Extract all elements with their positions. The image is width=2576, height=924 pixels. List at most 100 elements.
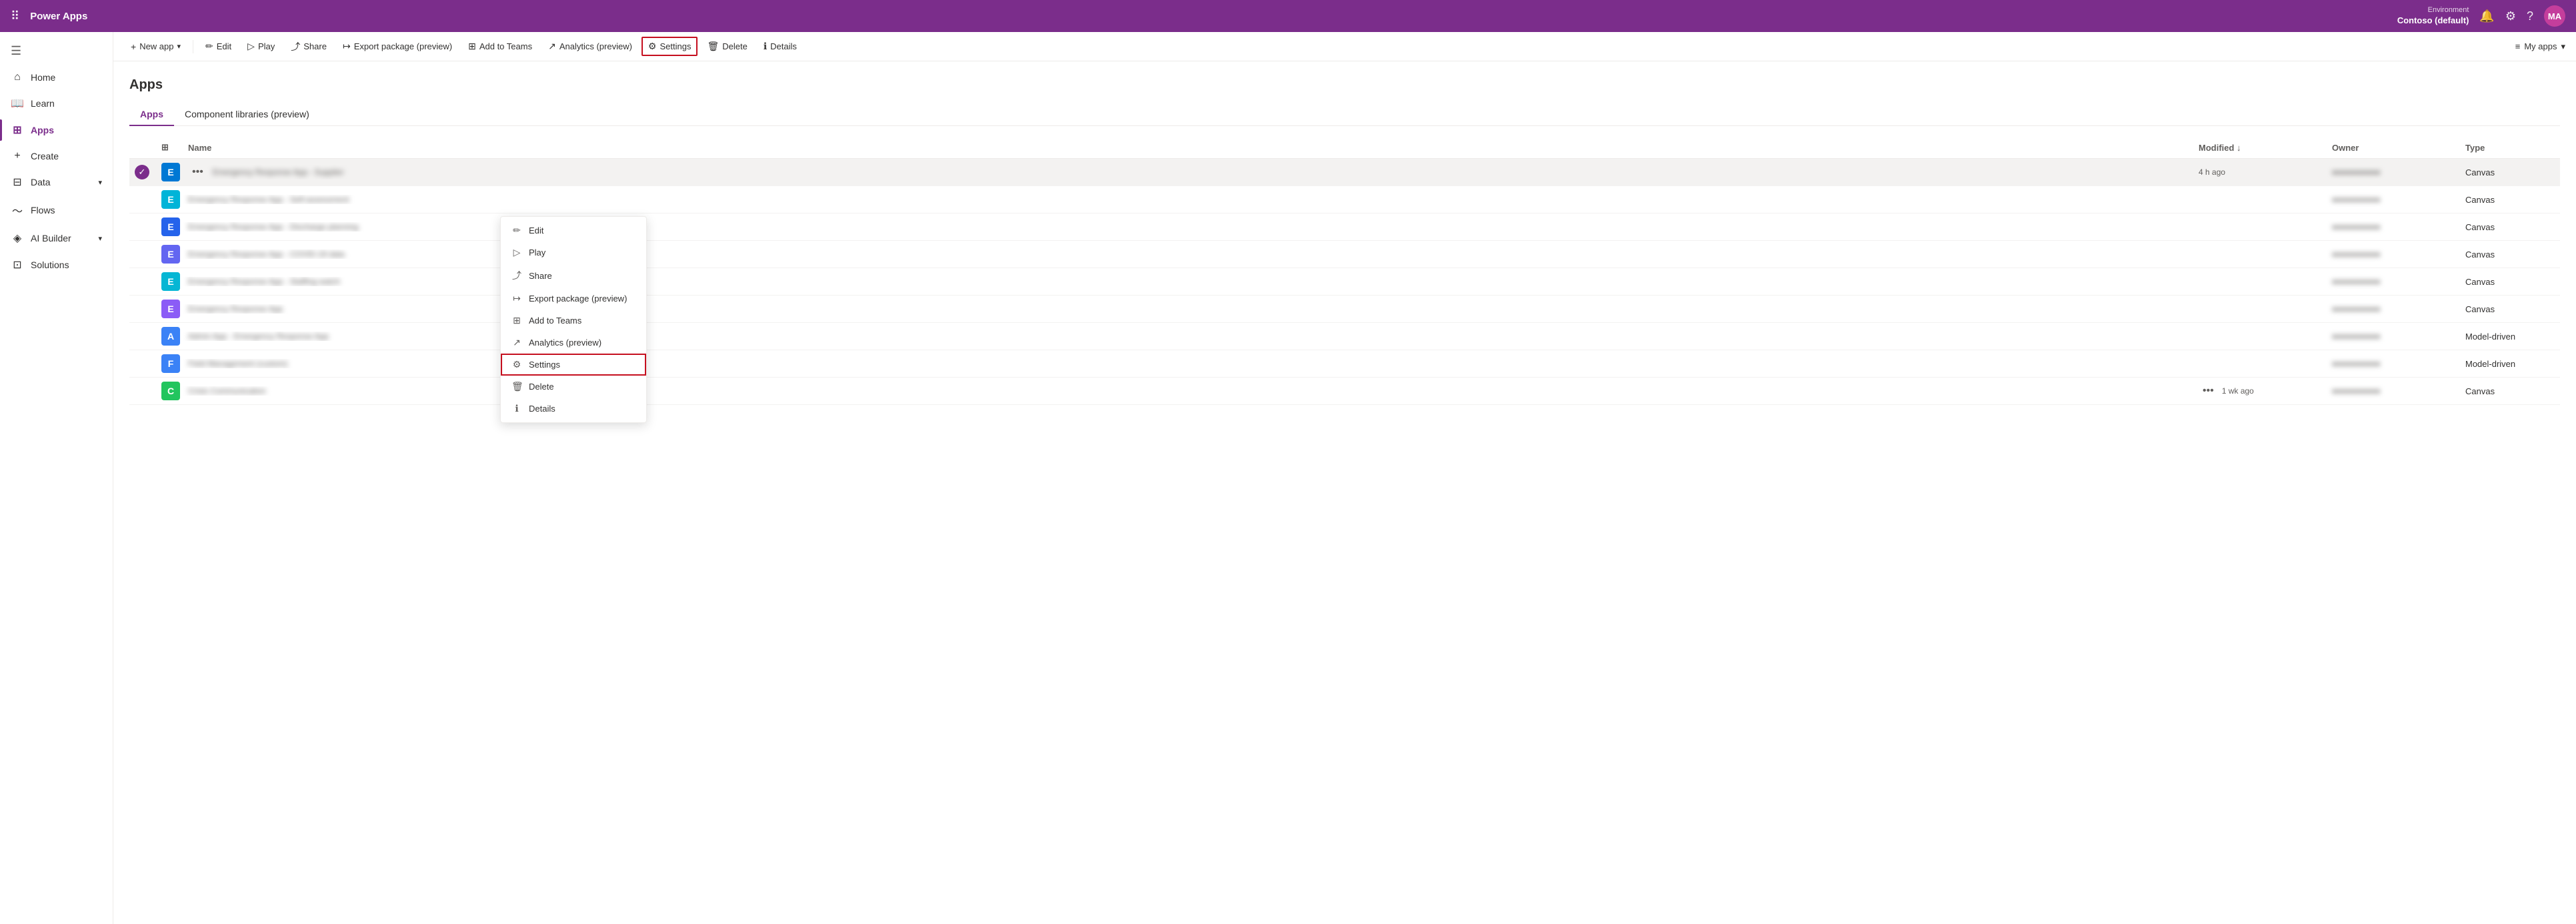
table-row[interactable]: ✓ E ••• Emergency Response App - Supplier 4 …: [129, 159, 2560, 186]
sidebar-item-label: Solutions: [31, 260, 69, 270]
flows-icon: 〜: [11, 202, 24, 218]
table-row[interactable]: EEmergency Response App - Self-assessmen…: [129, 186, 2560, 213]
context-menu: ✏ Edit ▷Play⤴Share ↦ Export package (preview…: [500, 216, 647, 423]
share-icon: ⤴: [511, 269, 522, 282]
teams-icon: ⊞: [468, 41, 476, 52]
sidebar-collapse-button[interactable]: ☰: [0, 37, 113, 65]
app-name: Emergency Response App - Supplier: [213, 167, 344, 177]
table-row[interactable]: EEmergency Response App - Discharge plan…: [129, 213, 2560, 241]
context-menu-item-export_package[interactable]: ↦ Export package (preview): [501, 288, 646, 310]
check-icon: ✓: [135, 165, 149, 179]
row-icon-cell: E: [156, 245, 183, 264]
context-item-label: Details: [529, 404, 555, 414]
table-row[interactable]: EEmergency Response App - Staffing watch…: [129, 268, 2560, 296]
context-menu-item-play[interactable]: ▷Play: [501, 242, 646, 264]
row-name-cell[interactable]: Emergency Response App - Discharge plann…: [183, 222, 2193, 232]
row-owner-cell: ●●●●●●●●●●: [2327, 386, 2460, 396]
app-icon: F: [161, 354, 180, 373]
play-label: Play: [258, 41, 275, 51]
sidebar-item-learn[interactable]: 📖 Learn: [0, 90, 113, 117]
tab-apps[interactable]: Apps: [129, 103, 174, 126]
row-icon-cell: C: [156, 382, 183, 400]
context-menu-item-add_to_teams[interactable]: ⊞Add to Teams: [501, 310, 646, 332]
waffle-menu-icon[interactable]: ⠿: [11, 9, 19, 23]
settings-button[interactable]: ⚙ Settings: [641, 37, 698, 56]
context-menu-item-delete[interactable]: 🗑Delete: [501, 376, 646, 398]
context-item-label: Edit: [529, 225, 543, 236]
chevron-down-icon: ▾: [98, 178, 102, 187]
row-name-cell[interactable]: ••• Emergency Response App - Supplier: [183, 165, 2193, 179]
more-button[interactable]: •••: [188, 165, 207, 179]
context-menu-item-analytics[interactable]: ↗Analytics (preview): [501, 332, 646, 354]
new-app-button[interactable]: + New app ▾: [124, 37, 187, 56]
notifications-icon[interactable]: 🔔: [2479, 9, 2494, 23]
chevron-down-icon: ▾: [98, 234, 102, 243]
context-menu-item-settings[interactable]: ⚙Settings: [501, 354, 646, 376]
delete-button[interactable]: 🗑 Delete: [700, 37, 754, 56]
export_package-icon: ↦: [511, 293, 522, 304]
settings-icon[interactable]: ⚙: [2505, 9, 2516, 23]
share-button[interactable]: ⤴ Share: [284, 36, 333, 57]
help-icon[interactable]: ?: [2527, 9, 2533, 23]
analytics-button[interactable]: ↗ Analytics (preview): [541, 37, 639, 56]
user-avatar[interactable]: MA: [2544, 5, 2565, 27]
sidebar-item-data[interactable]: ⊟ Data ▾: [0, 169, 113, 195]
details-button[interactable]: ℹ Details: [757, 37, 804, 56]
row-name-cell[interactable]: Emergency Response App - Staffing watch: [183, 277, 2193, 286]
row-name-cell[interactable]: Emergency Response App: [183, 304, 2193, 314]
sidebar: ☰ ⌂ Home 📖 Learn ⊞ Apps + Create ⊟ Data …: [0, 32, 113, 924]
context-menu-item-details[interactable]: ℹDetails: [501, 398, 646, 420]
row-modified-cell: 4 h ago: [2193, 167, 2327, 177]
col-type[interactable]: Type: [2460, 142, 2560, 153]
top-bar: ⠿ Power Apps Environment Contoso (defaul…: [0, 0, 2576, 32]
export-package-button[interactable]: ↦ Export package (preview): [336, 37, 459, 56]
more-button[interactable]: •••: [2199, 384, 2218, 398]
sidebar-item-flows[interactable]: 〜 Flows: [0, 195, 113, 225]
col-modified[interactable]: Modified ↓: [2193, 142, 2327, 153]
row-name-cell[interactable]: Emergency Response App - COVID-19 data: [183, 250, 2193, 259]
context-item-label: Export package (preview): [529, 294, 627, 304]
play-icon: ▷: [511, 247, 522, 258]
row-name-cell[interactable]: Field Management (custom): [183, 359, 2193, 368]
edit-icon: ✏: [511, 225, 522, 236]
app-icon: E: [161, 300, 180, 318]
row-owner-cell: ●●●●●●●●●●: [2327, 277, 2460, 286]
env-label: Environment: [2428, 5, 2469, 15]
table-row[interactable]: AAdmin App - Emergency Response App●●●●●…: [129, 323, 2560, 350]
row-name-cell[interactable]: Emergency Response App - Self-assessment: [183, 195, 2193, 204]
modified-text: 1 wk ago: [2222, 386, 2254, 396]
col-name[interactable]: Name: [183, 142, 2193, 153]
create-icon: +: [11, 150, 24, 162]
table-row[interactable]: EEmergency Response App - COVID-19 data●…: [129, 241, 2560, 268]
row-name-cell[interactable]: Admin App - Emergency Response App: [183, 332, 2193, 341]
edit-button[interactable]: ✏ Edit: [199, 37, 238, 56]
sidebar-item-solutions[interactable]: ⊡ Solutions: [0, 252, 113, 278]
my-apps-label: My apps: [2524, 41, 2557, 51]
sidebar-item-label: AI Builder: [31, 233, 71, 244]
sidebar-item-apps[interactable]: ⊞ Apps: [0, 117, 113, 143]
add_to_teams-icon: ⊞: [511, 315, 522, 326]
plus-icon: +: [131, 41, 136, 52]
table-row[interactable]: FField Management (custom)●●●●●●●●●●Mode…: [129, 350, 2560, 378]
context-menu-item-share[interactable]: ⤴Share: [501, 264, 646, 288]
my-apps-button[interactable]: ≡ My apps ▾: [2515, 41, 2565, 52]
row-owner-cell: ●●●●●●●●●●: [2327, 304, 2460, 314]
col-owner[interactable]: Owner: [2327, 142, 2460, 153]
context-item-label: Analytics (preview): [529, 338, 601, 348]
play-button[interactable]: ▷ Play: [241, 37, 281, 56]
environment-selector[interactable]: Environment Contoso (default): [2397, 5, 2469, 26]
context-menu-item-edit[interactable]: ✏ Edit: [501, 219, 646, 242]
table-row[interactable]: CCrisis Communication ••• 1 wk ago ●●●●●●●●…: [129, 378, 2560, 405]
sidebar-item-create[interactable]: + Create: [0, 143, 113, 169]
row-icon-cell: E: [156, 163, 183, 181]
table-row[interactable]: EEmergency Response App●●●●●●●●●●Canvas: [129, 296, 2560, 323]
tab-component-libraries[interactable]: Component libraries (preview): [174, 103, 320, 126]
add-to-teams-button[interactable]: ⊞ Add to Teams: [461, 37, 539, 56]
sidebar-item-ai-builder[interactable]: ◈ AI Builder ▾: [0, 225, 113, 252]
sidebar-item-home[interactable]: ⌂ Home: [0, 65, 113, 90]
sidebar-item-label: Data: [31, 177, 51, 187]
row-name-cell[interactable]: Crisis Communication: [183, 386, 2193, 396]
home-icon: ⌂: [11, 71, 24, 83]
analytics-label: Analytics (preview): [559, 41, 632, 51]
play-icon: ▷: [247, 41, 255, 52]
